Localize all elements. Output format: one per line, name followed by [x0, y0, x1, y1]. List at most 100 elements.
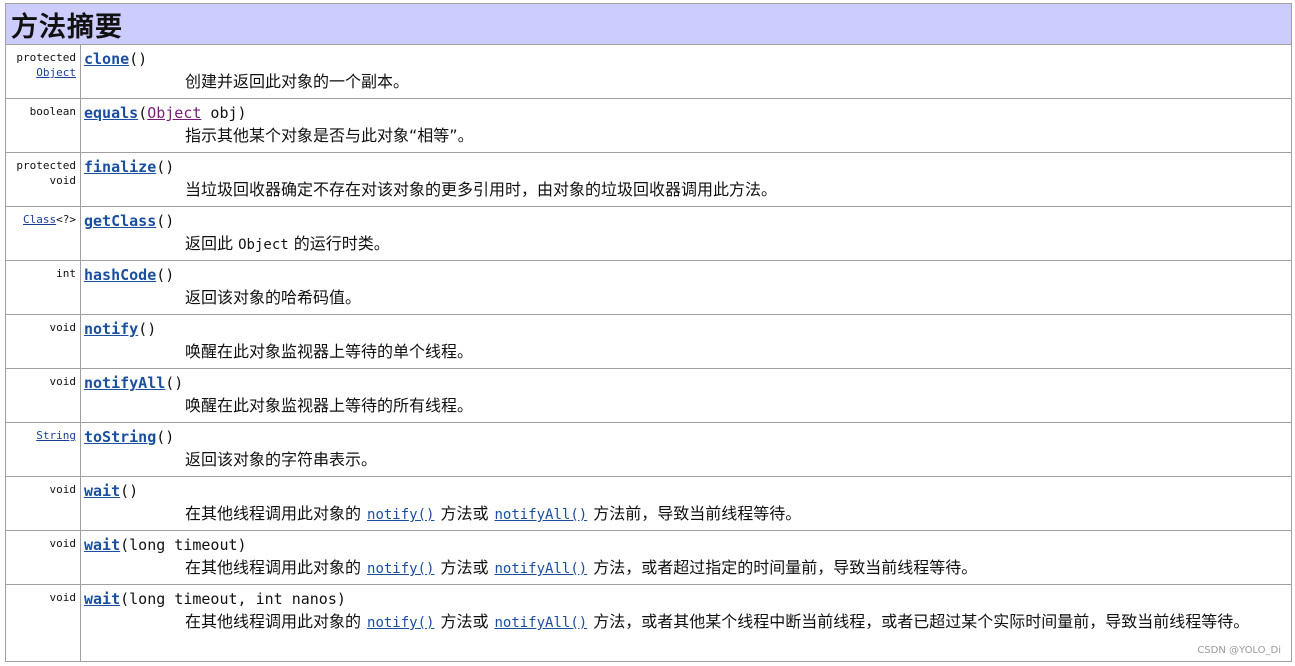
- method-cell: equals(Object obj) 指示其他某个对象是否与此对象“相等”。: [81, 99, 1291, 152]
- method-link-clone[interactable]: clone: [84, 50, 129, 68]
- desc-text: 方法或: [440, 612, 489, 631]
- method-params: (long timeout): [120, 536, 247, 554]
- type-link-string[interactable]: String: [36, 429, 76, 442]
- method-link-notify[interactable]: notify: [84, 320, 138, 338]
- method-cell: wait() 在其他线程调用此对象的 notify() 方法或 notifyAll()…: [81, 477, 1291, 530]
- modifier-text: int: [56, 267, 76, 280]
- table-row: void wait() 在其他线程调用此对象的 notify() 方法或 notify…: [6, 476, 1291, 530]
- table-row: Class<?> getClass() 返回此 Object 的运行时类。: [6, 206, 1291, 260]
- method-cell: clone() 创建并返回此对象的一个副本。: [81, 45, 1291, 98]
- desc-text: 方法或: [440, 558, 489, 577]
- notify-link[interactable]: notify(): [367, 561, 434, 577]
- method-description: 指示其他某个对象是否与此对象“相等”。: [185, 126, 474, 145]
- param-open: (: [138, 104, 148, 122]
- modifier-cell: protected Object: [6, 45, 81, 98]
- desc-text: 方法前，导致当前线程等待。: [593, 504, 802, 523]
- method-params: (): [156, 266, 175, 284]
- method-description: 在其他线程调用此对象的 notify() 方法或 notifyAll() 方法前，导致当…: [84, 502, 1283, 527]
- method-params: (long timeout, int nanos): [120, 590, 346, 608]
- method-signature: wait(long timeout, int nanos): [84, 589, 1283, 609]
- modifier-text: void: [49, 537, 77, 550]
- method-signature: finalize(): [84, 157, 1283, 177]
- method-cell: finalize() 当垃圾回收器确定不存在对该对象的更多引用时，由对象的垃圾回…: [81, 153, 1291, 206]
- table-row: boolean equals(Object obj) 指示其他某个对象是否与此对…: [6, 98, 1291, 152]
- desc-text: 返回此: [185, 234, 234, 253]
- method-signature: notify(): [84, 319, 1283, 339]
- notify-link[interactable]: notify(): [367, 615, 434, 631]
- method-link-hashcode[interactable]: hashCode: [84, 266, 156, 284]
- method-cell: notifyAll() 唤醒在此对象监视器上等待的所有线程。: [81, 369, 1291, 422]
- table-row: void wait(long timeout) 在其他线程调用此对象的 notif…: [6, 530, 1291, 584]
- method-link-finalize[interactable]: finalize: [84, 158, 156, 176]
- method-link-wait-timeout-nanos[interactable]: wait: [84, 590, 120, 608]
- method-params: (): [138, 320, 157, 338]
- method-description: 在其他线程调用此对象的 notify() 方法或 notifyAll() 方法，或者超过…: [84, 556, 1283, 581]
- method-params: (): [156, 428, 175, 446]
- modifier-cell: int: [6, 261, 81, 314]
- table-row: void wait(long timeout, int nanos) 在其他线程…: [6, 584, 1291, 662]
- method-description: 唤醒在此对象监视器上等待的所有线程。: [185, 396, 474, 415]
- desc-code: Object: [238, 237, 289, 253]
- method-cell: wait(long timeout) 在其他线程调用此对象的 notify() 方法…: [81, 531, 1291, 584]
- modifier-text: void: [49, 591, 77, 604]
- method-description: 创建并返回此对象的一个副本。: [185, 72, 410, 91]
- method-signature: notifyAll(): [84, 373, 1283, 393]
- method-description: 当垃圾回收器确定不存在对该对象的更多引用时，由对象的垃圾回收器调用此方法。: [185, 180, 778, 199]
- method-signature: getClass(): [84, 211, 1283, 231]
- desc-text: 方法，或者其他某个线程中断当前线程，或者已超过某个实际时间量前，导致当前线程等待…: [593, 612, 1250, 631]
- watermark: CSDN @YOLO_Di: [1197, 645, 1281, 656]
- method-description: 在其他线程调用此对象的 notify() 方法或 notifyAll() 方法，或者其他…: [84, 610, 1283, 635]
- modifier-cell: String: [6, 423, 81, 476]
- notifyall-link[interactable]: notifyAll(): [494, 507, 587, 523]
- table-header: 方法摘要: [6, 4, 1291, 45]
- notifyall-link[interactable]: notifyAll(): [494, 561, 587, 577]
- modifier-text: boolean: [29, 105, 76, 118]
- method-description: 唤醒在此对象监视器上等待的单个线程。: [185, 342, 474, 361]
- table-row: int hashCode() 返回该对象的哈希码值。: [6, 260, 1291, 314]
- modifier-cell: boolean: [6, 99, 81, 152]
- desc-text: 方法或: [440, 504, 489, 523]
- notify-link[interactable]: notify(): [367, 507, 434, 523]
- desc-text: 在其他线程调用此对象的: [185, 504, 362, 523]
- method-link-wait[interactable]: wait: [84, 482, 120, 500]
- method-description: 返回该对象的哈希码值。: [185, 288, 362, 307]
- modifier-text: protected: [16, 159, 76, 172]
- method-cell: toString() 返回该对象的字符串表示。: [81, 423, 1291, 476]
- table-row: String toString() 返回该对象的字符串表示。: [6, 422, 1291, 476]
- desc-text: 的运行时类。: [293, 234, 390, 253]
- modifier-cell: void: [6, 369, 81, 422]
- desc-text: 在其他线程调用此对象的: [185, 558, 362, 577]
- method-signature: wait(): [84, 481, 1283, 501]
- type-link-object[interactable]: Object: [36, 66, 76, 79]
- method-link-wait-timeout[interactable]: wait: [84, 536, 120, 554]
- page-title: 方法摘要: [11, 11, 123, 43]
- method-rows: protected Object clone() 创建并返回此对象的一个副本。 …: [6, 45, 1291, 662]
- type-link-class[interactable]: Class: [23, 213, 56, 226]
- method-link-notifyall[interactable]: notifyAll: [84, 374, 165, 392]
- modifier-cell: void: [6, 477, 81, 530]
- method-link-equals[interactable]: equals: [84, 104, 138, 122]
- table-row: void notifyAll() 唤醒在此对象监视器上等待的所有线程。: [6, 368, 1291, 422]
- method-link-getclass[interactable]: getClass: [84, 212, 156, 230]
- method-link-tostring[interactable]: toString: [84, 428, 156, 446]
- modifier-cell: protected void: [6, 153, 81, 206]
- method-description: 返回该对象的字符串表示。: [185, 450, 378, 469]
- type-generic: <?>: [56, 213, 76, 226]
- desc-text: 在其他线程调用此对象的: [185, 612, 362, 631]
- table-row: protected void finalize() 当垃圾回收器确定不存在对该对…: [6, 152, 1291, 206]
- method-summary-table: 方法摘要 protected Object clone() 创建并返回此对象的一…: [5, 3, 1292, 662]
- modifier-cell: void: [6, 585, 81, 662]
- method-cell: wait(long timeout, int nanos) 在其他线程调用此对象…: [81, 585, 1291, 662]
- modifier-cell: void: [6, 531, 81, 584]
- modifier-cell: void: [6, 315, 81, 368]
- method-signature: equals(Object obj): [84, 103, 1283, 123]
- desc-text: 方法，或者超过指定的时间量前，导致当前线程等待。: [593, 558, 978, 577]
- param-type-link-object[interactable]: Object: [147, 104, 201, 122]
- table-row: void notify() 唤醒在此对象监视器上等待的单个线程。: [6, 314, 1291, 368]
- modifier-text: void: [49, 174, 77, 187]
- notifyall-link[interactable]: notifyAll(): [494, 615, 587, 631]
- method-params: (): [129, 50, 148, 68]
- method-description: 返回此 Object 的运行时类。: [84, 232, 1283, 257]
- method-cell: hashCode() 返回该对象的哈希码值。: [81, 261, 1291, 314]
- method-cell: notify() 唤醒在此对象监视器上等待的单个线程。: [81, 315, 1291, 368]
